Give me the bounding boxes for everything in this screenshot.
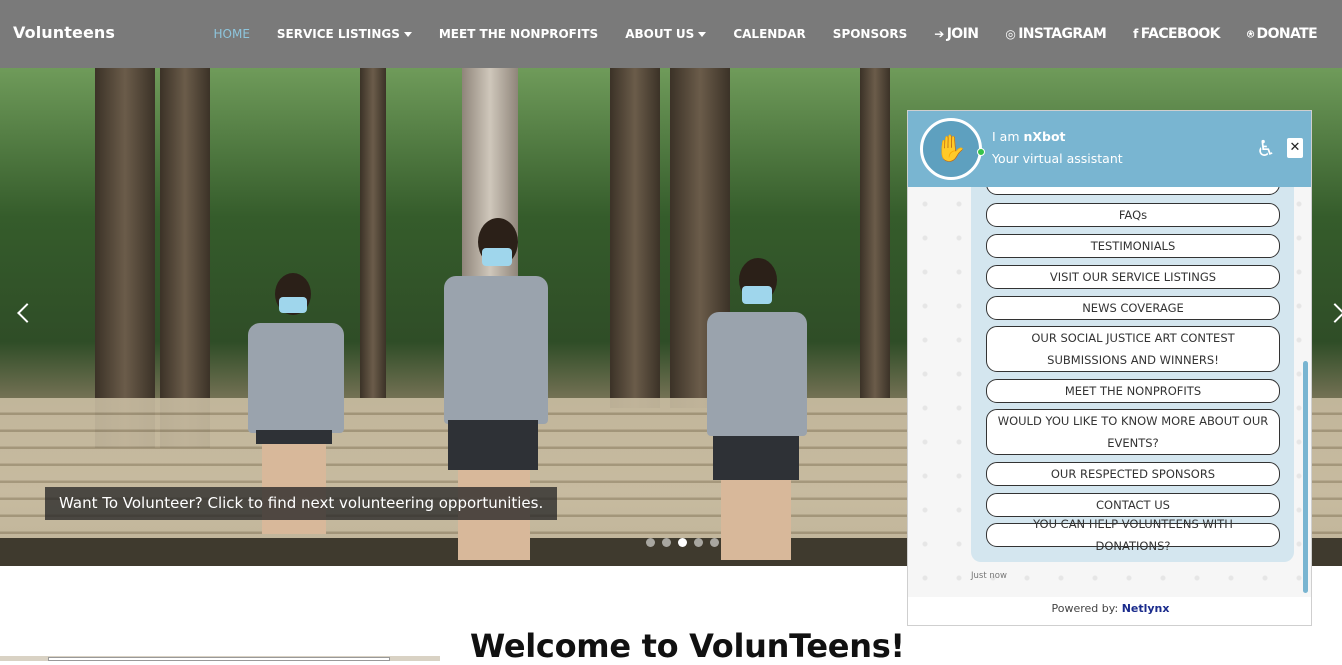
powered-by-label: Powered by: (1051, 602, 1119, 615)
brand-logo[interactable]: Volunteens (13, 23, 115, 42)
message-timestamp: Just now (971, 571, 1007, 581)
nav-service-listings[interactable]: SERVICE LISTINGS (277, 27, 412, 41)
nav-sponsors[interactable]: SPONSORS (833, 27, 907, 41)
nav-sponsors-label: SPONSORS (832, 27, 908, 41)
volunteer-shorts (448, 420, 538, 470)
powered-by-brand[interactable]: Netlynx (1122, 602, 1170, 615)
volunteer-shirt (707, 312, 807, 436)
nav-about-us-label: ABOUT US (625, 27, 695, 41)
chat-close-button[interactable]: ✕ (1287, 138, 1303, 158)
volunteer-legs (721, 480, 791, 560)
nav-join[interactable]: ➔ JOIN (934, 26, 979, 42)
tree-trunk (860, 68, 890, 398)
volunteer-figure (705, 258, 810, 566)
volunteer-shirt (444, 276, 548, 424)
sign-in-icon: ➔ (934, 27, 944, 41)
carousel-dot[interactable] (710, 538, 719, 547)
carousel-next-arrow-icon[interactable] (1325, 303, 1342, 323)
nav-menu: HOME SERVICE LISTINGS MEET THE NONPROFIT… (200, 0, 1331, 68)
chat-option-sponsors[interactable]: OUR RESPECTED SPONSORS (986, 462, 1280, 486)
nav-facebook[interactable]: f FACEBOOK (1133, 26, 1220, 42)
bot-intro: I am (992, 129, 1020, 144)
face-mask (742, 286, 772, 304)
caret-down-icon (403, 31, 412, 37)
chat-scrollbar[interactable] (1303, 361, 1308, 593)
hero-caption[interactable]: Want To Volunteer? Click to find next vo… (45, 487, 558, 520)
facebook-icon: f (1133, 27, 1138, 41)
nav-donate[interactable]: ⍟ DONATE (1246, 26, 1318, 42)
nav-instagram[interactable]: ◎ INSTAGRAM (1005, 26, 1106, 42)
welcome-heading: Welcome to VolunTeens! (470, 627, 905, 665)
nav-meet-the-nonprofits[interactable]: MEET THE NONPROFITS (439, 27, 598, 41)
chat-footer: Powered by: Netlynx (908, 597, 1311, 625)
nav-instagram-label: INSTAGRAM (1018, 26, 1107, 42)
accessibility-icon[interactable]: ♿ (1256, 137, 1276, 162)
tree-trunk (95, 68, 155, 448)
nav-home[interactable]: HOME (214, 27, 250, 41)
bot-avatar: ✋ (920, 118, 982, 180)
top-navbar: Volunteens HOME SERVICE LISTINGS MEET TH… (0, 0, 1342, 68)
volunteer-shorts (713, 436, 799, 480)
chat-option-testimonials[interactable]: TESTIMONIALS (986, 234, 1280, 258)
nav-calendar-label: CALENDAR (733, 27, 806, 41)
nav-donate-label: DONATE (1256, 26, 1318, 42)
bot-subtitle: Your virtual assistant (992, 151, 1123, 166)
nav-calendar[interactable]: CALENDAR (733, 27, 805, 41)
instagram-icon: ◎ (1005, 27, 1016, 41)
nav-join-label: JOIN (946, 26, 979, 42)
raised-hands-icon: ✋ (934, 134, 968, 164)
bot-name: nXbot (1023, 129, 1066, 144)
tree-trunk (160, 68, 210, 448)
face-mask (482, 248, 512, 266)
bot-name-line: I am nXbot (992, 129, 1066, 144)
nav-facebook-label: FACEBOOK (1140, 26, 1221, 42)
carousel-dot[interactable] (662, 538, 671, 547)
carousel-dot[interactable] (646, 538, 655, 547)
nav-meet-the-nonprofits-label: MEET THE NONPROFITS (438, 27, 599, 41)
chat-option-events[interactable]: WOULD YOU LIKE TO KNOW MORE ABOUT OUR EV… (986, 409, 1280, 455)
tree-trunk (610, 68, 660, 408)
volunteer-shorts (256, 430, 332, 444)
face-mask (279, 297, 307, 313)
online-status-icon (977, 148, 985, 156)
carousel-dot-active[interactable] (678, 538, 687, 547)
chat-header: ✋ I am nXbot Your virtual assistant ♿ ✕ (908, 111, 1311, 187)
chat-option-news-coverage[interactable]: NEWS COVERAGE (986, 296, 1280, 320)
chatbot-widget: FAQs TESTIMONIALS VISIT OUR SERVICE LIST… (907, 110, 1312, 626)
chat-option-service-listings[interactable]: VISIT OUR SERVICE LISTINGS (986, 265, 1280, 289)
carousel-indicators (646, 538, 726, 547)
chat-option-meet-nonprofits[interactable]: MEET THE NONPROFITS (986, 379, 1280, 403)
carousel-dot[interactable] (694, 538, 703, 547)
chat-option-faqs[interactable]: FAQs (986, 203, 1280, 227)
nav-home-label: HOME (213, 27, 250, 41)
chat-option-art-contest[interactable]: OUR SOCIAL JUSTICE ART CONTEST SUBMISSIO… (986, 326, 1280, 372)
nav-service-listings-label: SERVICE LISTINGS (276, 27, 400, 41)
chat-option-donations[interactable]: YOU CAN HELP VOLUNTEENS WITH DONATIONS? (986, 517, 1280, 553)
content-box (48, 657, 390, 661)
nav-about-us[interactable]: ABOUT US (625, 27, 707, 41)
caret-down-icon (698, 31, 707, 37)
tree-trunk (360, 68, 386, 398)
volunteer-shirt (248, 323, 344, 433)
carousel-prev-arrow-icon[interactable] (17, 303, 37, 323)
donate-icon: ⍟ (1246, 26, 1254, 41)
